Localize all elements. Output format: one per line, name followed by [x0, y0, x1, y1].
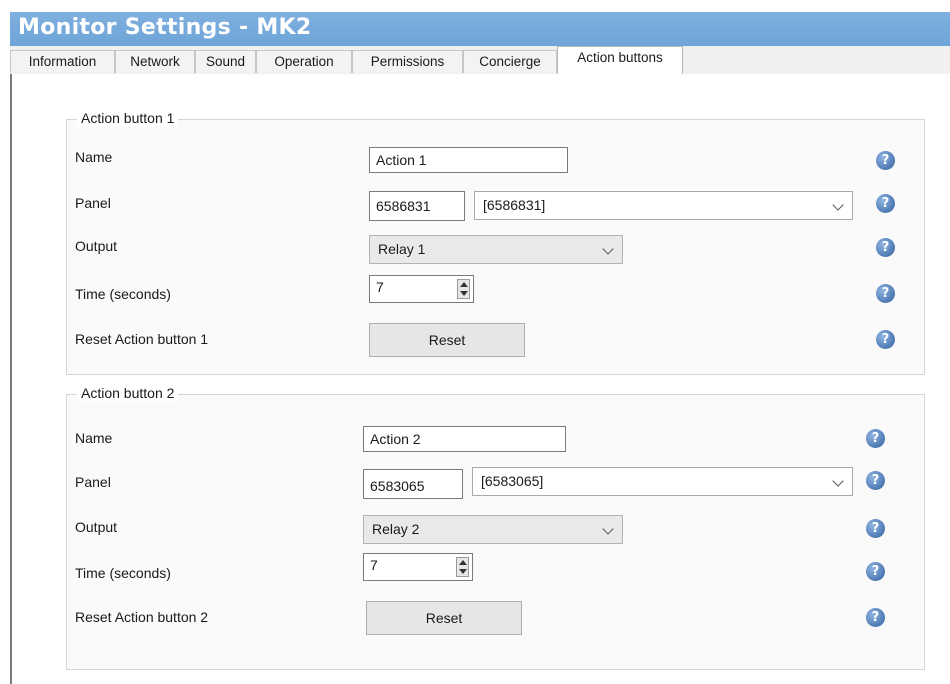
group-title: Action button 1 — [77, 110, 179, 126]
tab-network[interactable]: Network — [115, 50, 195, 73]
help-icon[interactable]: ? — [876, 330, 895, 349]
reset-label: Reset Action button 2 — [75, 609, 209, 625]
time-value: 7 — [376, 279, 384, 295]
time-value: 7 — [370, 557, 378, 573]
spin-buttons[interactable] — [457, 279, 470, 299]
output-select[interactable]: Relay 2 — [363, 515, 623, 544]
time-label: Time (seconds) — [75, 565, 171, 581]
panel-label: Panel — [75, 474, 111, 490]
help-icon[interactable]: ? — [866, 519, 885, 538]
reset-label: Reset Action button 1 — [75, 331, 209, 347]
name-field[interactable]: Action 1 — [369, 147, 568, 173]
chevron-down-icon — [602, 243, 614, 255]
panel-label: Panel — [75, 195, 111, 211]
tab-permissions[interactable]: Permissions — [352, 50, 463, 73]
name-label: Name — [75, 430, 113, 446]
chevron-down-icon — [832, 199, 844, 211]
tab-sound[interactable]: Sound — [195, 50, 256, 73]
spin-down-icon[interactable] — [460, 291, 468, 296]
name-field[interactable]: Action 2 — [363, 426, 566, 452]
help-icon[interactable]: ? — [866, 562, 885, 581]
chevron-down-icon — [832, 475, 844, 487]
help-icon[interactable]: ? — [876, 151, 895, 170]
spin-up-icon[interactable] — [460, 282, 468, 287]
tab-content-panel: Action button 1 Name Action 1 ? Panel 65… — [10, 74, 950, 684]
tab-concierge[interactable]: Concierge — [463, 50, 557, 73]
time-stepper[interactable]: 7 — [369, 275, 474, 303]
spin-up-icon[interactable] — [459, 560, 467, 565]
help-icon[interactable]: ? — [866, 608, 885, 627]
spin-buttons[interactable] — [456, 557, 469, 577]
group-title: Action button 2 — [77, 385, 179, 401]
spin-down-icon[interactable] — [459, 569, 467, 574]
tab-operation[interactable]: Operation — [256, 50, 352, 73]
tab-action-buttons[interactable]: Action buttons — [557, 46, 683, 75]
help-icon[interactable]: ? — [866, 429, 885, 448]
time-stepper[interactable]: 7 — [363, 553, 473, 581]
reset-button[interactable]: Reset — [369, 323, 525, 357]
chevron-down-icon — [602, 523, 614, 535]
panel-select-value: [6583065] — [481, 473, 544, 489]
panel-id-field[interactable]: 6583065 — [363, 469, 463, 499]
panel-select[interactable]: [6586831] — [474, 191, 853, 220]
help-icon[interactable]: ? — [876, 238, 895, 257]
tab-strip: Information Network Sound Operation Perm… — [10, 46, 950, 75]
output-select-value: Relay 2 — [372, 521, 420, 537]
output-label: Output — [75, 238, 118, 254]
name-label: Name — [75, 149, 113, 165]
output-label: Output — [75, 519, 118, 535]
help-icon[interactable]: ? — [866, 471, 885, 490]
tab-information[interactable]: Information — [10, 50, 115, 73]
help-icon[interactable]: ? — [876, 284, 895, 303]
output-select-value: Relay 1 — [378, 241, 426, 257]
action-button-1-group: Action button 1 Name Action 1 ? Panel 65… — [66, 110, 925, 375]
panel-id-field[interactable]: 6586831 — [369, 191, 465, 221]
panel-select-value: [6586831] — [483, 197, 546, 213]
output-select[interactable]: Relay 1 — [369, 235, 623, 264]
action-button-2-group: Action button 2 Name Action 2 ? Panel 65… — [66, 385, 925, 670]
help-icon[interactable]: ? — [876, 194, 895, 213]
title-bar: Monitor Settings - MK2 — [10, 12, 950, 46]
panel-select[interactable]: [6583065] — [472, 467, 853, 496]
time-label: Time (seconds) — [75, 286, 171, 302]
window-title: Monitor Settings - MK2 — [18, 15, 312, 40]
reset-button[interactable]: Reset — [366, 601, 522, 635]
